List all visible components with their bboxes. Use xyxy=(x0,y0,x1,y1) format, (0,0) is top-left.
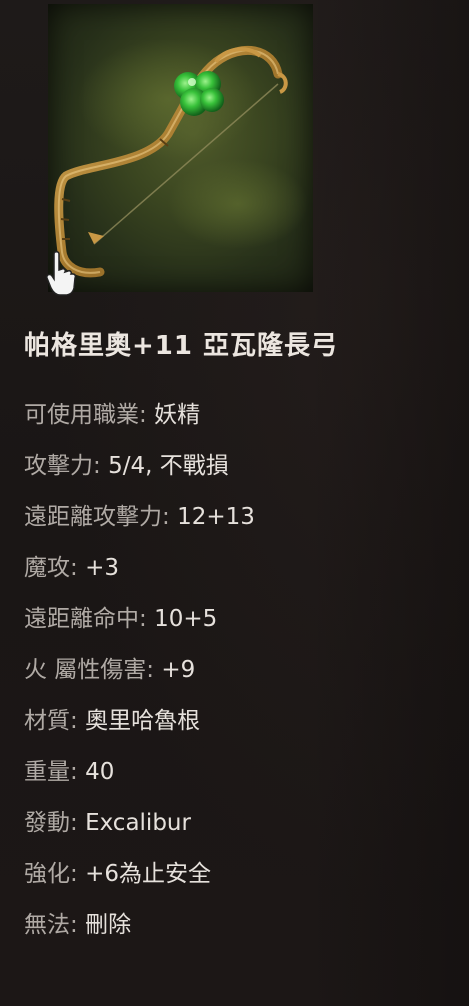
stat-value: 妖精 xyxy=(154,402,201,428)
item-tooltip: 帕格里奧+11 亞瓦隆長弓 可使用職業: 妖精 攻擊力: 5/4, 不戰損 遠距… xyxy=(0,0,469,1006)
stat-restriction: 無法: 刪除 xyxy=(24,905,255,956)
longbow-with-green-gem-icon xyxy=(54,39,308,278)
stat-label: 遠距離命中: xyxy=(24,606,155,632)
stat-value: +6為止安全 xyxy=(85,861,211,887)
hand-pointer-icon xyxy=(46,251,77,296)
stat-attack-power: 攻擊力: 5/4, 不戰損 xyxy=(24,446,255,497)
stat-label: 重量: xyxy=(24,759,86,785)
stat-value: 12+13 xyxy=(177,504,255,530)
stat-label: 發動: xyxy=(24,810,86,836)
stat-class-restriction: 可使用職業: 妖精 xyxy=(24,395,255,446)
stat-label: 無法: xyxy=(24,912,86,938)
stat-value: 奧里哈魯根 xyxy=(85,708,201,734)
stat-value: 刪除 xyxy=(85,912,132,938)
stat-material: 材質: 奧里哈魯根 xyxy=(24,701,255,752)
stat-label: 可使用職業: xyxy=(24,402,155,428)
item-image[interactable] xyxy=(46,4,313,296)
stat-value: 5/4, 不戰損 xyxy=(108,453,229,479)
stat-ranged-attack: 遠距離攻擊力: 12+13 xyxy=(24,497,255,548)
stat-enhancement: 強化: +6為止安全 xyxy=(24,854,255,905)
item-name: 帕格里奧+11 亞瓦隆長弓 xyxy=(24,331,339,361)
stat-magic-attack: 魔攻: +3 xyxy=(24,548,255,599)
stat-weight: 重量: 40 xyxy=(24,752,255,803)
stat-value: 40 xyxy=(85,759,115,785)
item-stats-list: 可使用職業: 妖精 攻擊力: 5/4, 不戰損 遠距離攻擊力: 12+13 魔攻… xyxy=(24,395,255,956)
stat-label: 魔攻: xyxy=(24,555,86,581)
background-shade xyxy=(309,0,469,1006)
stat-ranged-hit: 遠距離命中: 10+5 xyxy=(24,599,255,650)
stat-value: 10+5 xyxy=(154,606,218,632)
stat-label: 遠距離攻擊力: xyxy=(24,504,178,530)
stat-value: Excalibur xyxy=(85,810,191,836)
stat-label: 材質: xyxy=(24,708,86,734)
stat-value: +3 xyxy=(85,555,119,581)
stat-activation: 發動: Excalibur xyxy=(24,803,255,854)
stat-label: 攻擊力: xyxy=(24,453,109,479)
stat-fire-damage: 火 屬性傷害: +9 xyxy=(24,650,255,701)
stat-label: 強化: xyxy=(24,861,86,887)
stat-value: +9 xyxy=(161,657,196,683)
stat-label: 火 屬性傷害: xyxy=(24,657,162,683)
